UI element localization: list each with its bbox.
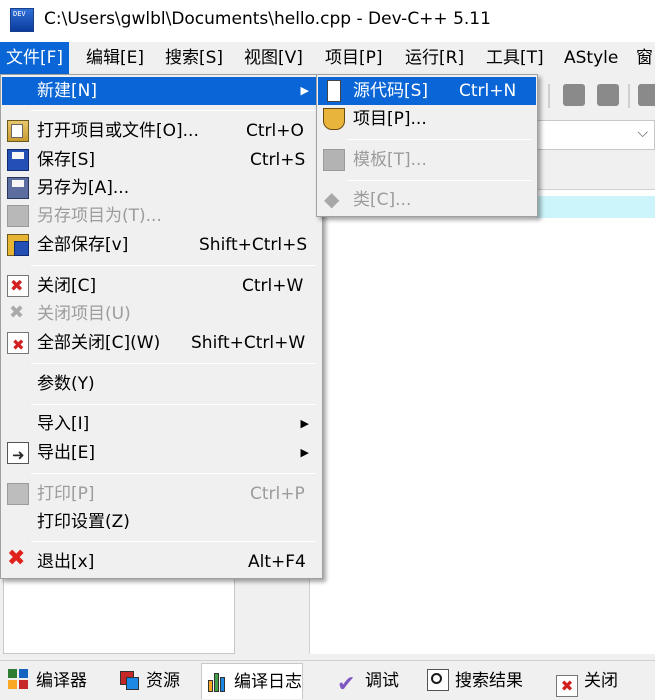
submenu-item-source-code[interactable]: 源代码[S] Ctrl+N [318, 77, 536, 105]
window-title: C:\Users\gwlbl\Documents\hello.cpp - Dev… [44, 9, 491, 29]
menu-separator [347, 180, 532, 181]
source-file-icon [327, 80, 341, 102]
menu-item-export[interactable]: 导出[E] ▶ [2, 439, 321, 469]
tab-compiler[interactable]: 编译器 [4, 663, 87, 699]
submenu-item-class: 类[C]... [318, 185, 536, 214]
toolbar-separator [548, 84, 550, 108]
menu-separator [31, 110, 316, 111]
bar-chart-icon [206, 670, 228, 692]
menu-separator [31, 363, 316, 364]
exit-icon [7, 545, 29, 573]
class-combo[interactable]: ⌵ [535, 120, 655, 150]
menu-item-exit[interactable]: 退出[x] Alt+F4 [2, 545, 321, 576]
close-all-icon [7, 331, 29, 359]
menu-separator [31, 541, 316, 542]
menu-item-save-all[interactable]: 全部保存[v] Shift+Ctrl+S [2, 231, 321, 259]
file-menu: 新建[N] ▶ 打开项目或文件[O]... Ctrl+O 保存[S] Ctrl+… [0, 74, 323, 579]
menu-item-close-project: 关闭项目(U) [2, 299, 321, 328]
print-icon [7, 483, 29, 505]
menu-separator [31, 265, 316, 266]
save-all-icon [7, 234, 29, 256]
menu-separator [347, 139, 532, 140]
submenu-arrow-icon: ▶ [300, 446, 309, 459]
current-line-highlight [535, 196, 655, 218]
save-as-icon [7, 177, 29, 199]
toolbar-bookmark-icon[interactable] [597, 84, 619, 106]
close-file-icon [7, 272, 29, 300]
menu-item-save[interactable]: 保存[S] Ctrl+S [2, 146, 321, 174]
tab-search-results[interactable]: 搜索结果 [423, 663, 523, 699]
menu-item-close[interactable]: 关闭[C] Ctrl+W [2, 272, 321, 300]
menu-item-parameters[interactable]: 参数(Y) [2, 370, 321, 398]
new-submenu: 源代码[S] Ctrl+N 项目[P]... 模板[T]... 类[C]... [316, 74, 538, 217]
menu-bar: 文件[F] 编辑[E] 搜索[S] 视图[V] 项目[P] 运行[R] 工具[T… [0, 42, 655, 74]
tab-close[interactable]: ✖ 关闭 [552, 663, 618, 699]
toolbar [535, 78, 655, 112]
title-bar: DEV C:\Users\gwlbl\Documents\hello.cpp -… [0, 0, 655, 40]
menu-project[interactable]: 项目[P] [319, 42, 389, 74]
menu-window[interactable]: 窗 [630, 42, 655, 74]
compiler-grid-icon [8, 669, 30, 691]
close-panel-icon: ✖ [556, 675, 578, 697]
submenu-item-template: 模板[T]... [318, 146, 536, 174]
menu-item-print-setup[interactable]: 打印设置(Z) [2, 508, 321, 536]
save-project-icon [7, 205, 29, 227]
save-icon [7, 149, 29, 171]
bottom-panel-tabs: 编译器 资源 编译日志 ✔ 调试 搜索结果 ✖ 关闭 [0, 660, 655, 700]
resources-icon [118, 669, 140, 691]
submenu-arrow-icon: ▶ [300, 417, 309, 430]
project-icon [323, 108, 345, 130]
menu-tools[interactable]: 工具[T] [480, 42, 550, 74]
menu-astyle[interactable]: AStyle [558, 42, 624, 74]
tab-debug[interactable]: ✔ 调试 [333, 663, 399, 699]
menu-item-import[interactable]: 导入[I] ▶ [2, 410, 321, 438]
menu-run[interactable]: 运行[R] [399, 42, 470, 74]
menu-item-new[interactable]: 新建[N] ▶ [2, 77, 321, 105]
tab-resources[interactable]: 资源 [114, 663, 180, 699]
toolbar-bookmark-icon[interactable] [563, 84, 585, 106]
chevron-down-icon: ⌵ [637, 125, 648, 141]
menu-item-open[interactable]: 打开项目或文件[O]... Ctrl+O [2, 117, 321, 145]
menu-file[interactable]: 文件[F] [0, 42, 70, 74]
submenu-arrow-icon: ▶ [300, 84, 309, 97]
dev-cpp-app-icon[interactable]: DEV [10, 8, 34, 32]
menu-separator [31, 404, 316, 405]
menu-item-save-project-as: 另存项目为(T)... [2, 202, 321, 230]
magnifier-icon [427, 669, 449, 691]
menu-separator [31, 473, 316, 474]
menu-edit[interactable]: 编辑[E] [80, 42, 150, 74]
open-folder-icon [7, 120, 29, 142]
checkmark-icon: ✔ [337, 672, 356, 697]
tab-compile-log[interactable]: 编译日志 [201, 663, 303, 699]
close-project-icon [7, 299, 29, 327]
export-icon [7, 441, 29, 469]
menu-item-close-all[interactable]: 全部关闭[C](W) Shift+Ctrl+W [2, 329, 321, 359]
menu-search[interactable]: 搜索[S] [159, 42, 229, 74]
class-icon [323, 185, 345, 213]
submenu-item-project[interactable]: 项目[P]... [318, 105, 536, 133]
menu-item-save-as[interactable]: 另存为[A]... [2, 174, 321, 202]
toolbar-separator [628, 84, 630, 108]
menu-item-print: 打印[P] Ctrl+P [2, 480, 321, 508]
menu-view[interactable]: 视图[V] [238, 42, 309, 74]
toolbar-icon[interactable] [638, 84, 655, 106]
template-icon [323, 149, 345, 171]
